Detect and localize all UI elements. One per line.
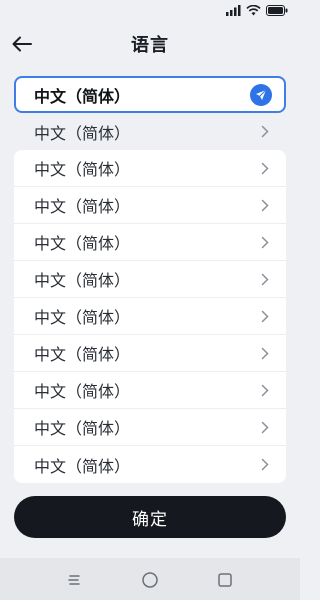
status-bar <box>0 0 300 24</box>
header: 语言 <box>0 24 300 64</box>
send-check-icon <box>250 83 272 106</box>
chevron-right-icon <box>260 346 270 360</box>
chevron-right-icon <box>260 125 270 139</box>
battery-icon <box>266 5 288 16</box>
language-label: 中文（简体） <box>34 456 131 476</box>
language-option[interactable]: 中文（简体） <box>14 261 286 298</box>
language-option[interactable]: 中文（简体） <box>14 150 286 187</box>
language-label: 中文（简体） <box>34 123 131 143</box>
language-label: 中文（简体） <box>34 234 131 253</box>
chevron-right-icon <box>260 309 270 323</box>
chevron-right-icon <box>260 458 270 472</box>
menu-icon[interactable] <box>64 570 84 590</box>
chevron-right-icon <box>260 272 270 286</box>
page-title: 语言 <box>131 35 169 56</box>
language-label: 中文（简体） <box>34 160 131 179</box>
language-option-selected[interactable]: 中文（简体） <box>14 76 286 113</box>
language-label: 中文（简体） <box>34 86 131 106</box>
wifi-icon <box>246 5 261 16</box>
home-circle-icon[interactable] <box>140 570 160 590</box>
language-label: 中文（简体） <box>34 308 131 327</box>
language-label: 中文（简体） <box>34 419 131 438</box>
language-label: 中文（简体） <box>34 345 131 364</box>
language-label: 中文（简体） <box>34 271 131 290</box>
language-option[interactable]: 中文（简体） <box>14 372 286 409</box>
language-option[interactable]: 中文（简体） <box>14 446 286 483</box>
language-label: 中文（简体） <box>34 382 131 401</box>
chevron-right-icon <box>260 383 270 397</box>
chevron-right-icon <box>260 161 270 175</box>
chevron-right-icon <box>260 420 270 434</box>
chevron-right-icon <box>260 235 270 249</box>
language-option[interactable]: 中文（简体） <box>14 335 286 372</box>
system-nav-bar <box>0 558 300 600</box>
signal-icon <box>226 5 241 16</box>
language-option[interactable]: 中文（简体） <box>14 113 286 150</box>
language-card: 中文（简体） 中文（简体） 中文（简体） 中文（简体） 中文（简体） 中文（简体… <box>14 150 286 483</box>
chevron-right-icon <box>260 198 270 212</box>
recent-square-icon[interactable] <box>215 570 235 590</box>
language-option[interactable]: 中文（简体） <box>14 224 286 261</box>
language-list: 中文（简体） 中文（简体） 中文（简体） 中文（简体） 中文（简体） 中文（简体… <box>14 76 286 483</box>
language-label: 中文（简体） <box>34 197 131 216</box>
language-option[interactable]: 中文（简体） <box>14 409 286 446</box>
confirm-button[interactable]: 确定 <box>14 496 286 538</box>
language-option[interactable]: 中文（简体） <box>14 187 286 224</box>
language-option[interactable]: 中文（简体） <box>14 298 286 335</box>
status-icons <box>226 5 288 16</box>
